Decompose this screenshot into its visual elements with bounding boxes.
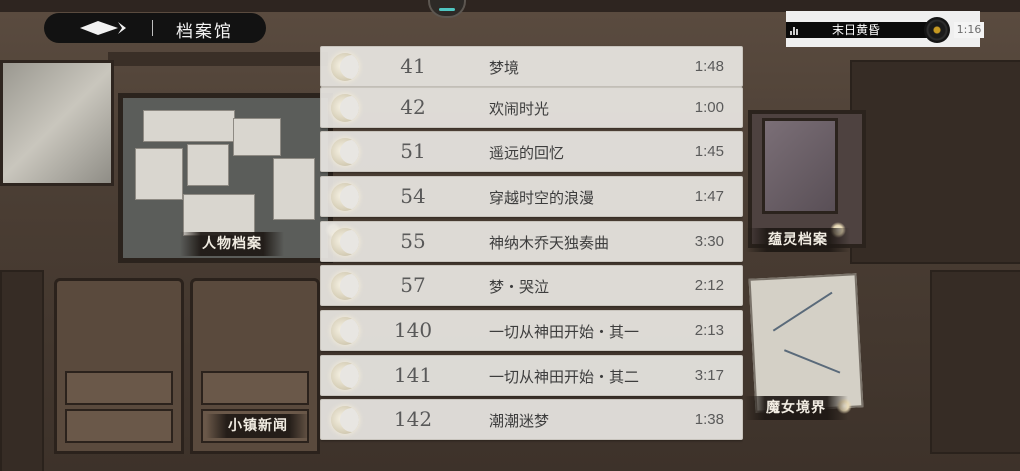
left-lower-shelf	[0, 270, 44, 471]
song-title: 穿越时空的浪漫	[489, 189, 595, 207]
song-number: 54	[400, 184, 426, 208]
song-duration: 2:12	[694, 277, 724, 294]
drawer	[65, 371, 173, 405]
moon-icon	[331, 183, 359, 211]
back-button[interactable]	[72, 19, 132, 37]
board-paper	[135, 148, 183, 200]
board-paper	[187, 144, 229, 186]
song-number: 55	[400, 229, 426, 253]
board-paper	[143, 110, 235, 142]
page-title: 档案馆	[176, 22, 233, 42]
song-title: 潮潮迷梦	[489, 412, 550, 430]
board-paper	[183, 194, 255, 236]
map-line	[783, 349, 841, 374]
song-title: 一切从神田开始・其二	[489, 368, 640, 386]
now-playing-title: 末日黄昏	[832, 23, 881, 37]
song-duration: 1:48	[694, 58, 724, 75]
moon-icon	[331, 228, 359, 256]
song-number: 42	[400, 95, 426, 119]
grimoire-book	[762, 118, 838, 214]
drawer	[65, 409, 173, 443]
now-playing-time: 1:16	[954, 22, 984, 38]
town-news-label[interactable]: 小镇新闻	[206, 414, 310, 438]
song-duration: 2:13	[694, 322, 724, 339]
moon-icon	[331, 53, 359, 81]
song-title: 遥远的回忆	[489, 144, 565, 162]
song-number: 51	[400, 139, 426, 163]
board-paper	[273, 158, 315, 220]
song-duration: 1:45	[694, 143, 724, 160]
moon-icon	[331, 94, 359, 122]
right-shelf	[850, 60, 1020, 264]
song-row[interactable]: 140 一切从神田开始・其一 2:13	[320, 310, 743, 351]
diamond-back-icon	[80, 21, 126, 35]
player-bar: 末日黄昏	[786, 22, 936, 38]
vinyl-record-icon[interactable]	[924, 17, 950, 43]
song-duration: 3:30	[694, 233, 724, 250]
song-row[interactable]: 42 欢闹时光 1:00	[320, 87, 743, 128]
right-lower-shelf	[930, 270, 1020, 454]
spirit-archive-label[interactable]: 蕴灵档案	[746, 228, 850, 252]
news-cabinet-left	[54, 278, 184, 454]
song-row[interactable]: 54 穿越时空的浪漫 1:47	[320, 176, 743, 217]
song-number: 142	[393, 407, 433, 431]
header-divider	[152, 20, 153, 36]
map-line	[772, 291, 833, 332]
song-title: 梦・哭泣	[489, 278, 550, 296]
song-title: 欢闹时光	[489, 100, 550, 118]
moon-icon	[331, 317, 359, 345]
page-header: 档案馆	[44, 13, 266, 43]
music-player[interactable]: 末日黄昏 1:16	[786, 11, 984, 47]
drawer	[201, 371, 309, 405]
witch-realm-label[interactable]: 魔女境界	[744, 396, 848, 420]
left-window	[0, 60, 114, 186]
song-number: 57	[400, 273, 426, 297]
moon-icon	[331, 272, 359, 300]
song-row[interactable]: 141 一切从神田开始・其二 3:17	[320, 355, 743, 396]
song-title: 梦境	[489, 59, 520, 77]
song-row[interactable]: 142 潮潮迷梦 1:38	[320, 399, 743, 440]
song-row[interactable]: 41 梦境 1:48	[320, 46, 743, 87]
song-number: 140	[393, 318, 433, 342]
song-duration: 1:38	[694, 411, 724, 428]
moon-icon	[331, 138, 359, 166]
song-title: 一切从神田开始・其一	[489, 323, 640, 341]
board-paper	[233, 118, 281, 156]
equalizer-icon	[790, 25, 800, 35]
moon-icon	[331, 362, 359, 390]
song-row[interactable]: 51 遥远的回忆 1:45	[320, 131, 743, 172]
song-duration: 3:17	[694, 367, 724, 384]
song-duration: 1:00	[694, 99, 724, 116]
character-archive-label[interactable]: 人物档案	[180, 232, 284, 256]
song-number: 41	[400, 54, 426, 78]
witch-map	[748, 273, 864, 413]
song-list[interactable]: 41 梦境 1:48 42 欢闹时光 1:00 51 遥远的回忆 1:45 54…	[320, 0, 743, 471]
upper-beam	[108, 52, 328, 66]
song-title: 神纳木乔天独奏曲	[489, 234, 610, 252]
moon-icon	[331, 406, 359, 434]
song-number: 141	[393, 363, 433, 387]
song-row[interactable]: 55 神纳木乔天独奏曲 3:30	[320, 221, 743, 262]
song-row[interactable]: 57 梦・哭泣 2:12	[320, 265, 743, 306]
song-duration: 1:47	[694, 188, 724, 205]
